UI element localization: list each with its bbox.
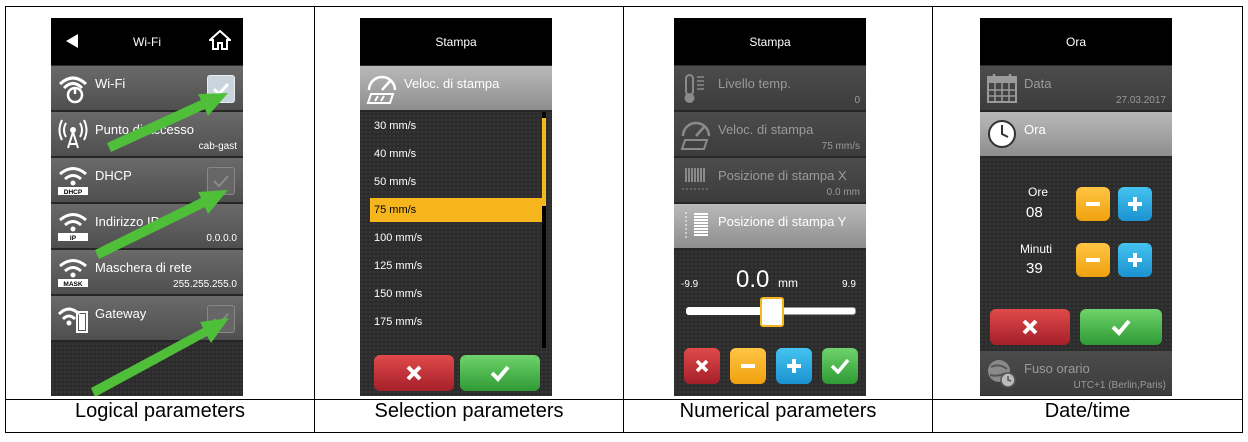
slider-min-label: -9.9 [681,279,699,290]
stampa-select-screen: Stampa Veloc. di stampa 30 mm/s 40 mm/s 50… [360,18,552,396]
position-y-icon [685,212,708,240]
stampa-numeric-screen: Stampa Livello temp. 0 Veloc. di stampa … [674,18,866,396]
green-arrow-icon [91,318,229,396]
stampa-num-title: Stampa [749,34,791,49]
speed-option[interactable]: 125 mm/s [370,254,544,278]
decrement-button[interactable] [730,348,766,384]
slider-fill [686,307,770,315]
slider-thumb[interactable] [760,297,784,327]
stampa-num-topbar: Stampa [674,18,866,65]
stampa-topbar: Stampa [360,18,552,65]
minutes-label: Minuti [1020,242,1053,256]
checkmark-icon [1111,319,1131,336]
current-value: 0.0 [736,266,770,293]
date-value: 27.03.2017 [1115,95,1166,106]
ora-screen: Ora Data 27.03.2017 Ora Ore 08 Minuti 39… [980,18,1172,396]
ora-title: Ora [1065,34,1086,49]
row-time[interactable]: Ora [980,112,1172,158]
print-speed-icon [680,121,711,150]
speed-option[interactable]: 50 mm/s [370,170,544,194]
increment-button[interactable] [776,348,812,384]
speed-option[interactable]: 150 mm/s [370,282,544,306]
speed-option[interactable]: 75 mm/s [370,198,544,222]
panel-datetime: Ora Data 27.03.2017 Ora Ore 08 Minuti 39… [932,6,1243,400]
position-x-icon [682,168,710,190]
timezone-value: UTC+1 (Berlin,Paris) [1073,380,1166,391]
checkmark-icon [490,365,510,382]
cancel-button[interactable] [374,355,454,391]
row-position-y[interactable]: Posizione di stampa Y [674,204,866,250]
row-date[interactable]: Data 27.03.2017 [980,66,1172,112]
row-timezone[interactable]: Fuso orario UTC+1 (Berlin,Paris) [980,351,1172,396]
speed-header: Veloc. di stampa [360,66,552,112]
globe-clock-icon [988,360,1016,388]
plus-icon [1128,197,1142,211]
minus-icon [1086,258,1100,262]
value-unit: mm [778,276,798,290]
hours-increment-button[interactable] [1118,187,1152,221]
wifi-screen: Wi-Fi Wi-Fi Punto di accesso cab-gast [51,18,243,396]
checkmark-icon [830,358,850,374]
cancel-button[interactable] [684,348,720,384]
caption-datetime: Date/time [932,399,1243,433]
clock-icon [988,120,1016,148]
confirm-button[interactable] [822,348,858,384]
print-speed-value: 75 mm/s [821,141,860,152]
hours-label: Ore [1028,185,1049,199]
position-y-label: Posizione di stampa Y [718,214,847,229]
slider-max-label: 9.9 [842,279,856,290]
close-icon [1022,319,1038,335]
minus-icon [1086,202,1100,206]
row-print-speed[interactable]: Veloc. di stampa 75 mm/s [674,112,866,158]
green-arrow-icon [95,190,228,259]
hours-value: 08 [1026,204,1043,221]
position-x-label: Posizione di stampa X [718,168,847,183]
speed-header-label: Veloc. di stampa [404,76,500,91]
row-temp-level[interactable]: Livello temp. 0 [674,66,866,112]
calendar-icon [987,74,1017,103]
cancel-button[interactable] [990,309,1070,345]
panel-selection: Stampa Veloc. di stampa 30 mm/s 40 mm/s 50… [314,6,624,400]
print-speed-icon [366,75,397,104]
ora-topbar: Ora [980,18,1172,65]
speed-option[interactable]: 100 mm/s [370,226,544,250]
timezone-label: Fuso orario [1024,361,1090,376]
panel-logical: Wi-Fi Wi-Fi Punto di accesso cab-gast [5,6,315,400]
close-icon [695,359,709,373]
stampa-title: Stampa [435,34,477,49]
position-x-value: 0.0 mm [826,187,860,198]
caption-numerical: Numerical parameters [623,399,933,433]
close-icon [406,365,422,381]
caption-selection: Selection parameters [314,399,624,433]
speed-option[interactable]: 40 mm/s [370,142,544,166]
row-position-x[interactable]: Posizione di stampa X 0.0 mm [674,158,866,204]
hours-decrement-button[interactable] [1076,187,1110,221]
green-arrow-icon [107,93,228,152]
caption-logical: Logical parameters [5,399,315,433]
date-label: Data [1024,76,1052,91]
arrows-overlay [91,93,229,396]
confirm-button[interactable] [460,355,540,391]
temp-level-label: Livello temp. [718,76,791,91]
minus-icon [741,364,755,368]
print-speed-label: Veloc. di stampa [718,122,814,137]
plus-icon [1128,253,1142,267]
speed-option[interactable]: 175 mm/s [370,310,544,334]
scrollbar-thumb[interactable] [542,118,546,206]
minutes-increment-button[interactable] [1118,243,1152,277]
temp-level-value: 0 [854,95,860,106]
plus-icon [787,359,801,373]
time-label: Ora [1024,122,1046,137]
minutes-value: 39 [1026,260,1043,277]
minutes-decrement-button[interactable] [1076,243,1110,277]
speed-option[interactable]: 30 mm/s [370,114,544,138]
confirm-button[interactable] [1080,309,1162,345]
thermometer-icon [684,74,704,103]
panel-numerical: Stampa Livello temp. 0 Veloc. di stampa … [623,6,933,400]
